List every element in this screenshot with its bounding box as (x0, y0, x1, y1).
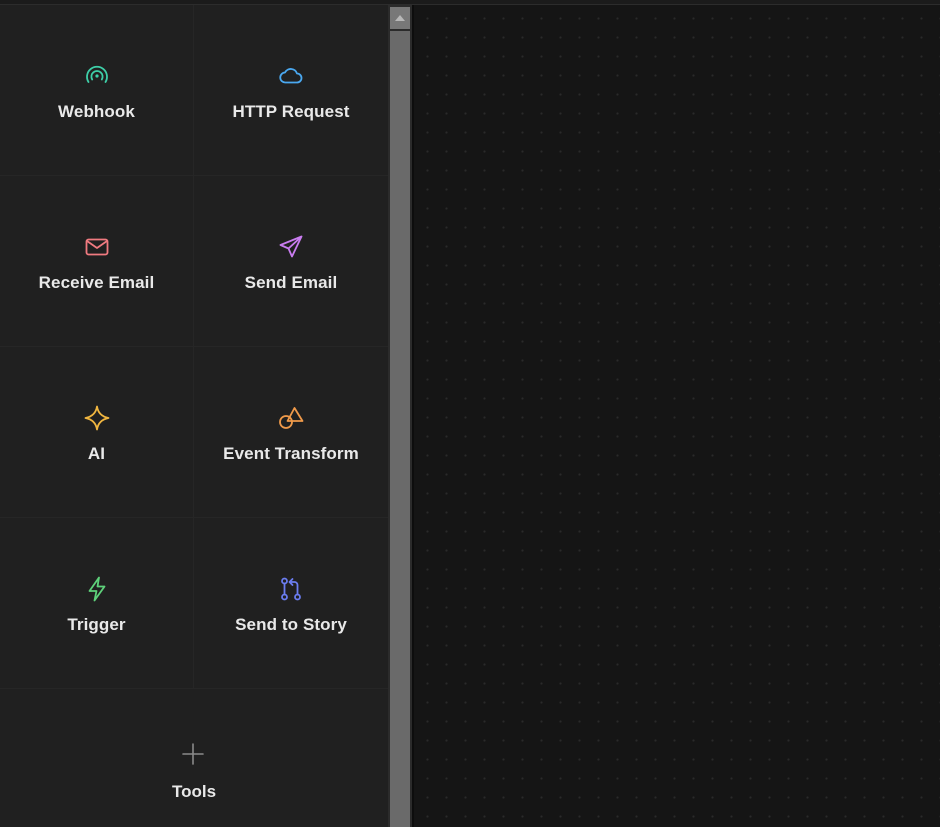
action-ai[interactable]: AI (0, 347, 194, 518)
shapes-icon (278, 405, 304, 431)
action-label: Webhook (58, 102, 135, 121)
git-pull-request-icon (278, 576, 304, 602)
tools-button[interactable]: Tools (0, 782, 388, 802)
action-label: Trigger (67, 615, 126, 634)
action-send-email[interactable]: Send Email (194, 176, 388, 347)
action-label: HTTP Request (232, 102, 350, 121)
mail-icon (84, 234, 110, 260)
action-label: Receive Email (38, 273, 155, 292)
action-event-transform[interactable]: Event Transform (194, 347, 388, 518)
app-root: Webhook HTTP Request Receive Email Send … (0, 0, 940, 827)
webhook-icon (84, 63, 110, 89)
action-http-request[interactable]: HTTP Request (194, 5, 388, 176)
action-receive-email[interactable]: Receive Email (0, 176, 194, 347)
action-palette: Webhook HTTP Request Receive Email Send … (0, 5, 388, 827)
action-webhook[interactable]: Webhook (0, 5, 194, 176)
action-label: Send to Story (235, 615, 347, 634)
action-label: Event Transform (223, 444, 359, 463)
lightning-icon (84, 576, 110, 602)
scroll-up-button[interactable] (390, 7, 410, 29)
send-icon (278, 234, 304, 260)
workflow-canvas[interactable] (412, 5, 940, 827)
action-grid: Webhook HTTP Request Receive Email Send … (0, 5, 388, 689)
action-label: Send Email (244, 273, 338, 292)
cloud-icon (278, 63, 304, 89)
palette-scrollbar[interactable] (388, 5, 412, 827)
sparkle-icon (84, 405, 110, 431)
action-trigger[interactable]: Trigger (0, 518, 194, 689)
scroll-thumb[interactable] (390, 31, 410, 827)
action-send-to-story[interactable]: Send to Story (194, 518, 388, 689)
action-label: AI (87, 444, 106, 463)
plus-icon[interactable] (180, 741, 206, 767)
